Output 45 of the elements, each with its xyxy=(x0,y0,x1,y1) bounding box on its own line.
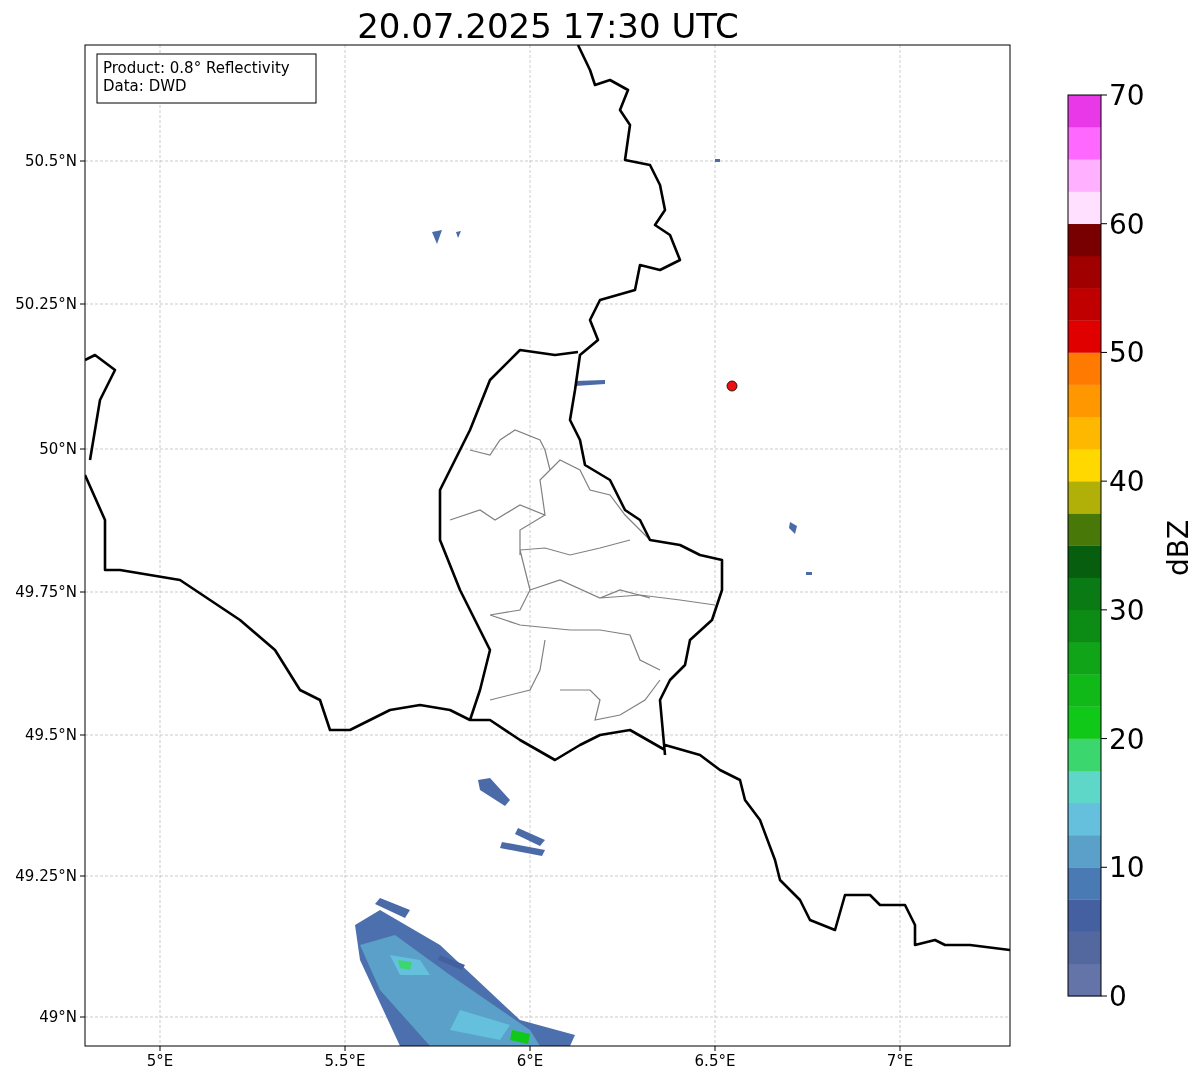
axis-tick-label: 5.5°E xyxy=(324,1052,366,1070)
tick-mark xyxy=(1100,351,1108,353)
tick-mark xyxy=(159,1045,161,1052)
tick-mark xyxy=(1100,223,1108,225)
tick-mark xyxy=(899,1045,901,1052)
tick-mark xyxy=(79,1016,86,1018)
tick-mark xyxy=(344,1045,346,1052)
tick-mark xyxy=(79,160,86,162)
colorbar-label: dBZ xyxy=(1162,519,1195,577)
colorbar-tick-label: 40 xyxy=(1109,465,1145,499)
colorbar-tick-label: 10 xyxy=(1109,851,1145,885)
axis-tick-label: 49.75°N xyxy=(15,583,77,601)
tick-mark xyxy=(1100,480,1108,482)
tick-mark xyxy=(714,1045,716,1052)
colorbar-tick-label: 70 xyxy=(1109,79,1145,112)
legend-text: Product: 0.8° Reflectivity xyxy=(103,59,290,77)
tick-mark xyxy=(1100,738,1108,740)
tick-mark xyxy=(1100,94,1108,96)
figure-title: 20.07.2025 17:30 UTC xyxy=(357,6,739,46)
axis-tick-label: 50°N xyxy=(39,440,77,458)
tick-mark xyxy=(529,1045,531,1052)
axis-tick-label: 7°E xyxy=(886,1052,914,1070)
axis-tick-label: 5°E xyxy=(146,1052,174,1070)
tick-mark xyxy=(79,303,86,305)
axis-tick-label: 49°N xyxy=(39,1008,77,1026)
axis-tick-label: 6.5°E xyxy=(694,1052,736,1070)
axis-tick-label: 50.25°N xyxy=(15,295,77,313)
colorbar-tick-label: 50 xyxy=(1109,336,1145,370)
tick-mark xyxy=(79,448,86,450)
axis-tick-label: 49.25°N xyxy=(15,867,77,885)
tick-mark xyxy=(1100,995,1108,997)
tick-mark xyxy=(79,591,86,593)
tick-mark xyxy=(79,875,86,877)
colorbar-tick-label: 60 xyxy=(1109,207,1145,241)
axis-tick-label: 50.5°N xyxy=(24,152,77,170)
tick-mark xyxy=(1100,866,1108,868)
legend-text: Data: DWD xyxy=(103,77,187,95)
tick-mark xyxy=(1100,609,1108,611)
colorbar-tick-label: 30 xyxy=(1109,593,1145,627)
axis-tick-label: 6°E xyxy=(516,1052,544,1070)
colorbar-tick-label: 0 xyxy=(1109,980,1127,1013)
tick-mark xyxy=(79,734,86,736)
location-marker xyxy=(726,380,738,392)
colorbar-tick-label: 20 xyxy=(1109,722,1145,756)
axis-tick-label: 49.5°N xyxy=(24,726,77,744)
